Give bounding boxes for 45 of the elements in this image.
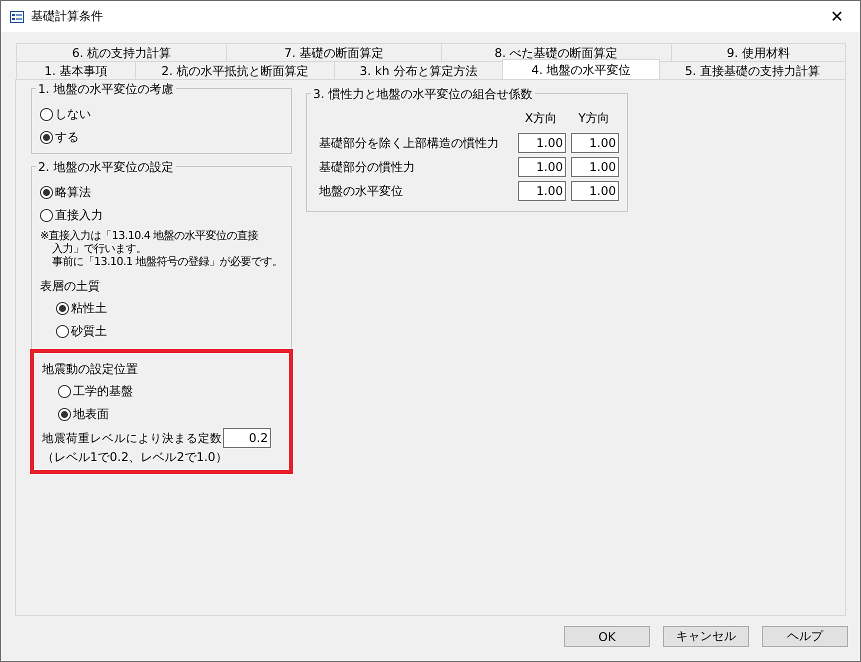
row-label: 地盤の水平変位: [318, 182, 404, 200]
input-field[interactable]: 1.00: [571, 157, 619, 177]
column-header: X方向: [524, 110, 558, 127]
form-icon: [10, 10, 24, 22]
note-text: 事前に「13.10.1 地盤符号の登録」が必要です。: [51, 255, 282, 268]
row-label: 基礎部分を除く上部構造の慣性力: [318, 134, 500, 152]
tab[interactable]: 9. 使用材料: [670, 43, 846, 61]
tab[interactable]: 4. 地盤の水平変位: [502, 59, 660, 79]
note-text: ※直接入力は「13.10.4 地盤の水平変位の直接: [40, 229, 260, 242]
row-label: 基礎部分の慣性力: [318, 158, 416, 176]
radio-button[interactable]: 砂質土: [56, 320, 107, 343]
dialog-button[interactable]: ヘルプ: [762, 626, 848, 647]
radio-button[interactable]: 地表面: [58, 403, 109, 426]
tab[interactable]: 1. 基本事項: [16, 61, 136, 79]
column-header: Y方向: [577, 110, 611, 127]
tab[interactable]: 7. 基礎の断面算定: [226, 43, 442, 61]
radio-button[interactable]: 工学的基盤: [58, 380, 133, 403]
radio-button[interactable]: 粘性土: [56, 297, 107, 320]
note-text: 入力」で行います。: [51, 242, 148, 255]
group-title: 3. 慣性力と地盤の水平変位の組合せ係数: [311, 86, 536, 103]
input-field[interactable]: 1.00: [571, 181, 619, 201]
dialog-button[interactable]: キャンセル: [663, 626, 749, 647]
radio-button[interactable]: しない: [40, 103, 91, 126]
tab[interactable]: 6. 杭の支持力計算: [16, 43, 228, 61]
dialog-button[interactable]: OK: [564, 626, 650, 647]
section-label: 地震動の設定位置: [42, 361, 138, 378]
group-title: 1. 地盤の水平変位の考慮: [36, 81, 176, 98]
tab[interactable]: 8. べた基礎の断面算定: [440, 43, 672, 61]
radio-button[interactable]: 略算法: [40, 181, 91, 204]
section-label: 表層の土質: [40, 278, 100, 295]
input-field[interactable]: 0.2: [223, 428, 271, 448]
close-button[interactable]: ✕: [814, 1, 860, 32]
radio-button[interactable]: 直接入力: [40, 204, 103, 227]
input-field[interactable]: 1.00: [518, 181, 566, 201]
input-field[interactable]: 1.00: [571, 133, 619, 153]
tab[interactable]: 5. 直接基礎の支持力計算: [659, 61, 846, 79]
tab[interactable]: 3. kh 分布と算定方法: [334, 61, 503, 79]
window-title: 基礎計算条件: [31, 8, 104, 25]
group-title: 2. 地盤の水平変位の設定: [36, 159, 176, 176]
tab[interactable]: 2. 杭の水平抵抗と断面算定: [135, 61, 335, 79]
note-text: （レベル1で0.2、レベル2で1.0）: [42, 449, 228, 466]
input-field[interactable]: 1.00: [518, 133, 566, 153]
input-field[interactable]: 1.00: [518, 157, 566, 177]
field-label: 地震荷重レベルにより決まる定数: [42, 430, 222, 446]
radio-button[interactable]: する: [40, 126, 79, 149]
